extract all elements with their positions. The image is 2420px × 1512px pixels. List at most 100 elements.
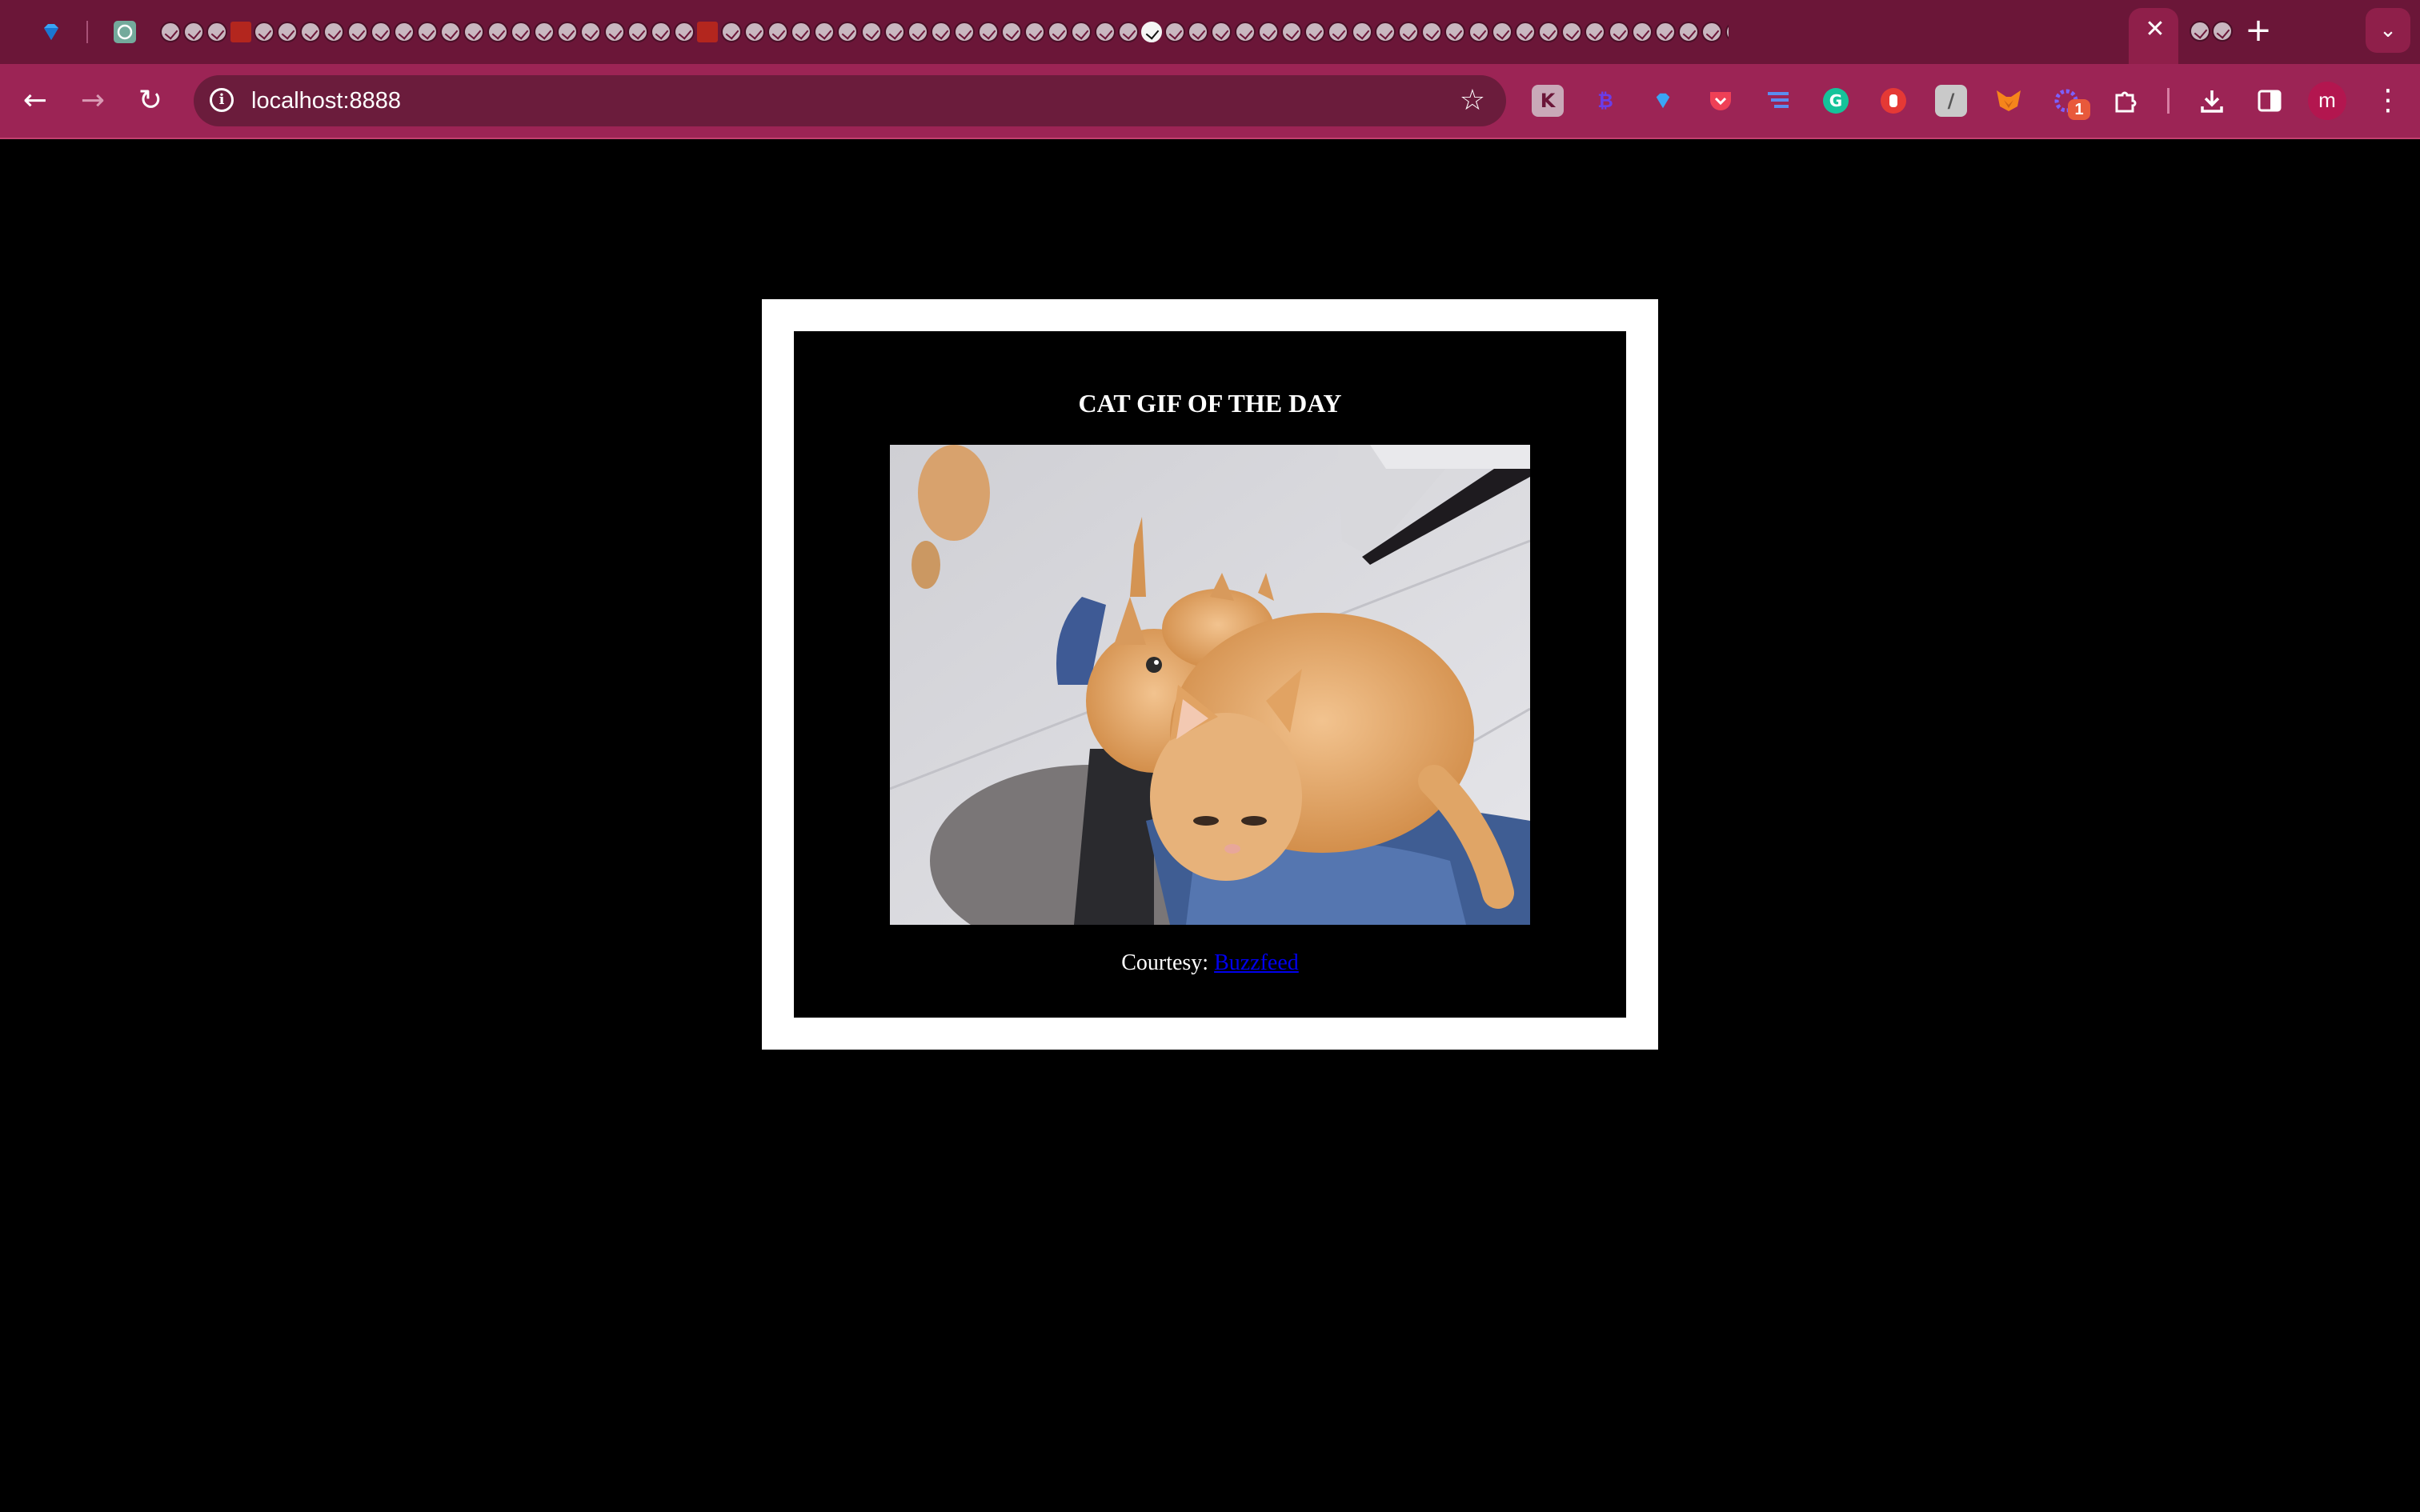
info-icon[interactable]: i (210, 88, 234, 112)
tab-favicon[interactable] (627, 22, 648, 42)
download-icon[interactable] (2196, 85, 2228, 117)
tab-favicon[interactable] (1631, 22, 1653, 42)
tab-favicon[interactable] (487, 22, 508, 42)
hand-stop-icon[interactable] (1877, 85, 1909, 117)
tab-favicon[interactable] (1397, 22, 1419, 42)
tab-favicon[interactable] (908, 22, 928, 42)
new-tab-button[interactable]: + (2242, 14, 2274, 46)
tab-favicon[interactable] (1468, 22, 1489, 42)
tab-favicon[interactable] (860, 22, 882, 42)
tab-favicon[interactable] (440, 22, 462, 42)
tab-favicon[interactable] (1725, 22, 1729, 42)
tab-favicon[interactable] (674, 22, 695, 42)
tab-favicon[interactable] (1585, 22, 1606, 42)
extension-slash-icon[interactable]: / (1935, 85, 1967, 117)
pinned-tab-openai[interactable] (109, 16, 141, 48)
tab-favicon[interactable] (1655, 22, 1676, 42)
tab-favicon[interactable] (977, 22, 999, 42)
tab-favicon[interactable] (1048, 22, 1069, 42)
browser-menu-button[interactable]: ⋮ (2369, 82, 2407, 120)
tab-favicon[interactable] (276, 22, 298, 42)
buzzfeed-link[interactable]: Buzzfeed (1214, 950, 1299, 975)
tab-favicon[interactable] (1304, 22, 1326, 42)
side-panel-icon[interactable] (2254, 85, 2286, 117)
tab-favicon[interactable] (347, 22, 368, 42)
github-tab-icon[interactable] (1140, 22, 1162, 42)
tab-favicon[interactable] (463, 22, 485, 42)
tab-favicon[interactable] (183, 22, 205, 42)
tab-favicon[interactable] (1538, 22, 1560, 42)
tab-favicon[interactable] (1421, 22, 1443, 42)
tab-favicon[interactable] (393, 22, 415, 42)
url-text[interactable]: localhost:8888 (251, 86, 401, 115)
extension-k-icon[interactable]: K (1532, 85, 1564, 117)
extensions-puzzle-icon[interactable] (2109, 85, 2142, 117)
tab-favicon[interactable] (160, 22, 181, 42)
reload-icon: ↻ (138, 84, 163, 117)
tab-favicon[interactable] (1514, 22, 1536, 42)
tab-favicon[interactable] (931, 22, 952, 42)
tab-favicon[interactable] (510, 22, 531, 42)
tab-favicon[interactable] (580, 22, 602, 42)
tab-favicon[interactable] (1257, 22, 1279, 42)
pdf-tab-icon[interactable] (230, 22, 251, 42)
tab-favicon[interactable] (791, 22, 812, 42)
tab-favicon[interactable] (954, 22, 976, 42)
tab-favicon[interactable] (767, 22, 788, 42)
tab-favicon[interactable] (253, 22, 274, 42)
tab-favicon[interactable] (1444, 22, 1466, 42)
tab-favicon[interactable] (814, 22, 835, 42)
close-tab-icon[interactable]: ✕ (2143, 18, 2167, 42)
tab-favicon[interactable] (1094, 22, 1116, 42)
tab-favicon[interactable] (1000, 22, 1022, 42)
metamask-fox-icon[interactable] (1993, 85, 2025, 117)
address-bar[interactable]: i localhost:8888 ☆ (194, 75, 1506, 126)
reload-button[interactable]: ↻ (131, 82, 170, 120)
tab-favicon[interactable] (1117, 22, 1139, 42)
tab-favicon[interactable] (837, 22, 859, 42)
tab-favicon[interactable] (1281, 22, 1302, 42)
tab-favicon[interactable] (1211, 22, 1232, 42)
tab-favicon[interactable] (1024, 22, 1045, 42)
tab-search-button[interactable]: ⌄ (2366, 8, 2410, 53)
tab-favicon[interactable] (534, 22, 555, 42)
tab-favicon[interactable] (300, 22, 322, 42)
extension-gem-icon[interactable] (1647, 85, 1679, 117)
tab-favicon[interactable] (1608, 22, 1629, 42)
tab-favicon[interactable] (206, 22, 228, 42)
tab-favicon[interactable] (1164, 22, 1186, 42)
tab-favicon[interactable] (1234, 22, 1256, 42)
tab-favicon[interactable] (743, 22, 765, 42)
pocket-icon[interactable] (1705, 85, 1737, 117)
tab-favicon[interactable] (2212, 21, 2233, 42)
tab-favicon[interactable] (720, 22, 742, 42)
tab-favicon[interactable] (323, 22, 345, 42)
tab-favicon[interactable] (370, 22, 391, 42)
tab-favicon[interactable] (1701, 22, 1723, 42)
tab-favicon[interactable] (603, 22, 625, 42)
extension-stack-icon[interactable] (1762, 85, 1794, 117)
tab-favicon[interactable] (557, 22, 579, 42)
tab-favicon[interactable] (1071, 22, 1092, 42)
tab-favicon[interactable] (883, 22, 905, 42)
browser-toolbar: ← → ↻ i localhost:8888 ☆ K ₿ G / (0, 64, 2420, 139)
bookmark-star-icon[interactable]: ☆ (1460, 85, 1485, 117)
tab-favicon[interactable] (1561, 22, 1583, 42)
grammarly-icon[interactable]: G (1820, 85, 1852, 117)
tab-favicon[interactable] (2190, 21, 2210, 42)
pinned-tab-gem[interactable] (35, 16, 67, 48)
back-button[interactable]: ← (16, 82, 54, 120)
tab-favicon[interactable] (1351, 22, 1372, 42)
tab-favicon[interactable] (417, 22, 439, 42)
profile-avatar[interactable]: m (2308, 82, 2346, 120)
tab-favicon[interactable] (1374, 22, 1396, 42)
tab-favicon[interactable] (1328, 22, 1349, 42)
svg-text:G: G (1829, 91, 1842, 110)
tab-favicon[interactable] (1491, 22, 1512, 42)
forward-button[interactable]: → (74, 82, 112, 120)
extension-bitcoin-icon[interactable]: ₿ (1589, 85, 1621, 117)
tab-favicon[interactable] (1188, 22, 1209, 42)
tab-favicon[interactable] (650, 22, 671, 42)
tab-favicon[interactable] (1678, 22, 1700, 42)
pdf-tab-icon[interactable] (697, 22, 719, 42)
